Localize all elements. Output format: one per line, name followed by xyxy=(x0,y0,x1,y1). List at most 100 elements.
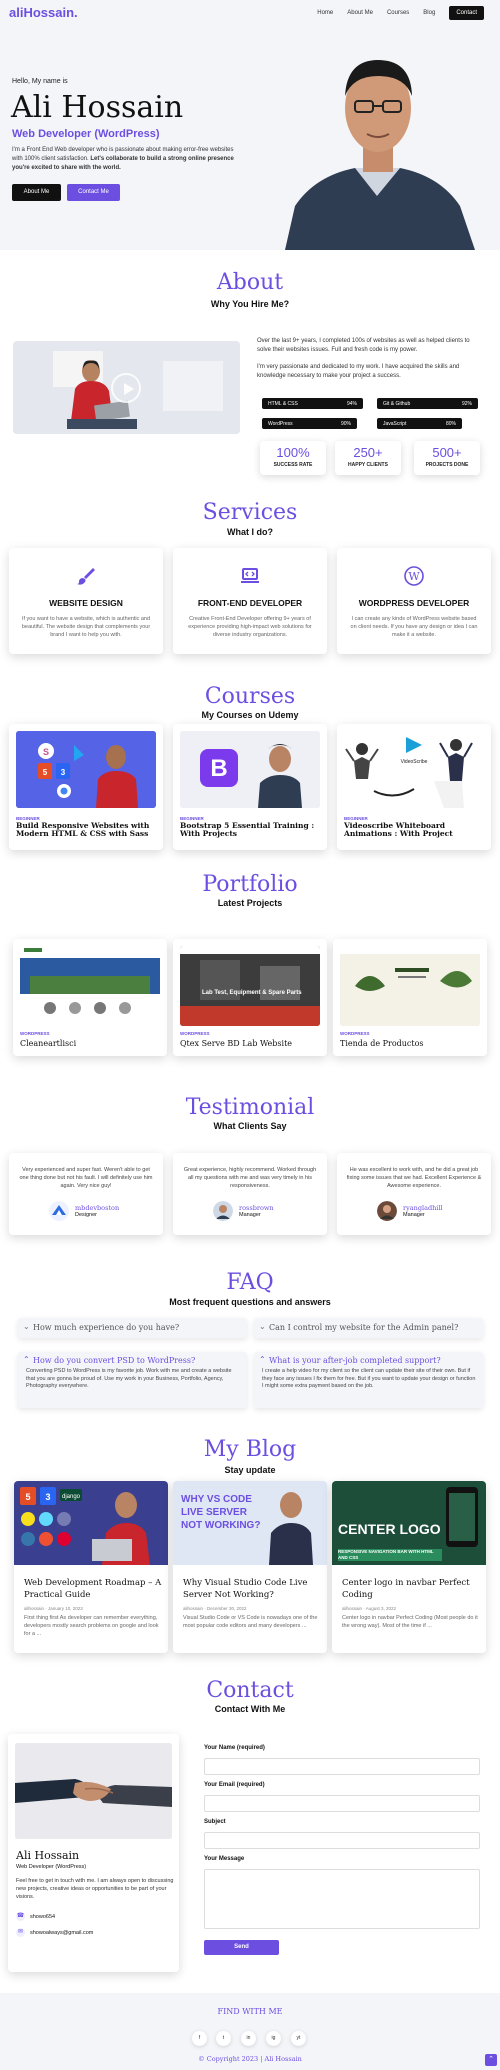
blog-meta: alihossain · January 10, 2023 xyxy=(24,1606,83,1611)
portfolio-card[interactable]: WORDPRESS Tienda de Productos xyxy=(333,939,487,1056)
course-title[interactable]: Videoscribe Whiteboard Animations : With… xyxy=(344,822,490,838)
message-field[interactable] xyxy=(204,1869,480,1929)
service-card: W WORDPRESS DEVELOPER I can create any k… xyxy=(337,548,491,654)
stat-number: 100% xyxy=(276,445,310,460)
portfolio-title-text[interactable]: Cleaneartlisci xyxy=(20,1039,76,1048)
blog-thumbnail: WHY VS CODE LIVE SERVER NOT WORKING? xyxy=(173,1481,327,1565)
courses-title: Courses xyxy=(204,684,296,709)
handshake-image xyxy=(15,1743,172,1839)
testimonial-name: rossbrown xyxy=(239,1204,274,1212)
about-title: About xyxy=(216,270,284,295)
site-logo[interactable]: aliHossain. xyxy=(9,5,78,20)
hero-portrait-image xyxy=(285,60,475,250)
twitter-icon[interactable]: t xyxy=(216,2031,231,2046)
skill-value: 80% xyxy=(445,421,456,427)
blog-card[interactable]: WHY VS CODE LIVE SERVER NOT WORKING? Why… xyxy=(173,1481,327,1653)
skill-bar: WordPress 90% xyxy=(262,418,357,429)
portfolio-title-text[interactable]: Qtex Serve BD Lab Website xyxy=(180,1039,292,1048)
portfolio-card[interactable]: Lab Test, Equipment & Spare Parts WORDPR… xyxy=(173,939,327,1056)
testimonial-author: mbdevboston Designer xyxy=(49,1201,159,1221)
svg-text:3: 3 xyxy=(61,768,66,777)
course-card[interactable]: VideoScribe BEGINNER Videoscribe Whitebo… xyxy=(337,724,491,850)
faq-item[interactable]: ⌄ Can I control my website for the Admin… xyxy=(254,1318,483,1338)
portfolio-category: WORDPRESS xyxy=(340,1031,370,1036)
faq-item-open[interactable]: ⌃ How do you convert PSD to WordPress? C… xyxy=(18,1352,247,1408)
contact-role: Web Developer (WordPress) xyxy=(16,1864,87,1870)
nav-home[interactable]: Home xyxy=(317,10,333,16)
play-icon[interactable] xyxy=(111,373,141,403)
portfolio-title: Portfolio xyxy=(202,872,298,897)
top-navbar: aliHossain. Home About Me Courses Blog C… xyxy=(0,0,500,26)
service-title: FRONT-END DEVELOPER xyxy=(197,598,303,608)
nav-blog[interactable]: Blog xyxy=(423,10,435,16)
blog-thumbnail: 5 3 django xyxy=(14,1481,168,1565)
mail-icon: ✉ xyxy=(16,1928,25,1937)
faq-question[interactable]: Can I control my website for the Admin p… xyxy=(269,1323,458,1332)
about-paragraph-2: I'm very passionate and dedicated to my … xyxy=(257,364,460,379)
blog-excerpt: First thing first As developer can remem… xyxy=(24,1615,159,1637)
blog-title-text[interactable]: Why Visual Studio Code Live Server Not W… xyxy=(183,1577,321,1601)
contact-info-card: Ali Hossain Web Developer (WordPress) Fe… xyxy=(8,1734,179,1972)
faq-question[interactable]: How much experience do you have? xyxy=(33,1323,179,1332)
blog-title-text[interactable]: Web Development Roadmap – A Practical Gu… xyxy=(24,1577,162,1601)
blog-card[interactable]: 5 3 django Web Development Roadmap – A P… xyxy=(14,1481,168,1653)
about-paragraph-1: Over the last 9+ years, I completed 100s… xyxy=(257,338,470,353)
faq-question[interactable]: How do you convert PSD to WordPress? xyxy=(33,1356,195,1365)
contact-phone[interactable]: showo654 xyxy=(30,1914,55,1920)
service-card: WEBSITE DESIGN If you want to have a web… xyxy=(9,548,163,654)
svg-text:5: 5 xyxy=(25,1492,30,1502)
contact-name: Ali Hossain xyxy=(16,1849,80,1862)
wordpress-icon: W xyxy=(404,566,424,586)
email-field[interactable] xyxy=(204,1795,480,1812)
about-video-thumbnail[interactable] xyxy=(13,341,240,434)
contact-email[interactable]: showoalways@gmail.com xyxy=(30,1930,93,1936)
portfolio-title-text[interactable]: Tienda de Productos xyxy=(340,1039,424,1048)
instagram-icon[interactable]: ig xyxy=(266,2031,281,2046)
portfolio-thumbnail xyxy=(20,946,160,1026)
testimonial-title: Testimonial xyxy=(185,1095,315,1120)
footer: FIND WITH ME f t in ig yt © Copyright 20… xyxy=(0,1993,500,2070)
message-field-label: Your Message xyxy=(204,1856,245,1862)
blog-meta: alihossain · August 3, 2022 xyxy=(342,1606,397,1611)
svg-text:django: django xyxy=(62,1494,81,1500)
name-field[interactable] xyxy=(204,1758,480,1775)
skill-name: HTML & CSS xyxy=(268,401,298,407)
nav-about[interactable]: About Me xyxy=(347,10,373,16)
testimonial-card: Great experience, highly recommend. Work… xyxy=(173,1153,327,1235)
send-button[interactable]: Send xyxy=(204,1940,279,1955)
blog-title-text[interactable]: Center logo in navbar Perfect Coding xyxy=(342,1577,480,1601)
testimonial-card: He was excellent to work with, and he di… xyxy=(337,1153,491,1235)
copyright-text: © Copyright 2023 | Ali Hossain xyxy=(198,2055,302,2063)
course-card[interactable]: B BEGINNER Bootstrap 5 Essential Trainin… xyxy=(173,724,327,850)
youtube-icon[interactable]: yt xyxy=(291,2031,306,2046)
faq-item-open[interactable]: ⌃ What is your after-job completed suppo… xyxy=(254,1352,483,1408)
blog-card[interactable]: CENTER LOGO RESPONSIVE NAVIGATION BAR WI… xyxy=(332,1481,486,1653)
hero-description: I'm a Front End Web developer who is pas… xyxy=(12,146,242,173)
scroll-to-top-icon[interactable]: ⌃ xyxy=(485,2054,497,2066)
about-me-button[interactable]: About Me xyxy=(12,184,61,201)
laptop-code-icon xyxy=(241,568,259,583)
faq-item[interactable]: ⌄ How much experience do you have? xyxy=(18,1318,247,1338)
chevron-up-icon: ⌃ xyxy=(23,1355,30,1364)
facebook-icon[interactable]: f xyxy=(192,2031,207,2046)
chevron-up-icon: ⌃ xyxy=(259,1355,266,1364)
faq-question[interactable]: What is your after-job completed support… xyxy=(269,1356,441,1365)
testimonial-role: Manager xyxy=(239,1212,261,1218)
contact-me-button[interactable]: Contact Me xyxy=(67,184,120,201)
courses-subtitle: My Courses on Udemy xyxy=(201,710,299,720)
course-card[interactable]: S 5 3 BEGINNER Build Responsive Websites… xyxy=(9,724,163,850)
testimonial-quote: Great experience, highly recommend. Work… xyxy=(183,1167,317,1189)
testimonial-role: Manager xyxy=(403,1212,425,1218)
subject-field[interactable] xyxy=(204,1832,480,1849)
course-title[interactable]: Build Responsive Websites with Modern HT… xyxy=(16,822,162,838)
nav-courses[interactable]: Courses xyxy=(387,10,409,16)
faq-title: FAQ xyxy=(226,1270,274,1295)
portfolio-thumbnail: Lab Test, Equipment & Spare Parts xyxy=(180,946,320,1026)
nav-contact-button[interactable]: Contact xyxy=(449,6,484,20)
linkedin-icon[interactable]: in xyxy=(241,2031,256,2046)
stat-number: 500+ xyxy=(432,445,462,460)
portfolio-card[interactable]: WORDPRESS Cleaneartlisci xyxy=(13,939,167,1056)
stat-card: 500+ PROJECTS DONE xyxy=(414,441,480,475)
course-title[interactable]: Bootstrap 5 Essential Training : With Pr… xyxy=(180,822,326,838)
service-card: FRONT-END DEVELOPER Creative Front-End D… xyxy=(173,548,327,654)
